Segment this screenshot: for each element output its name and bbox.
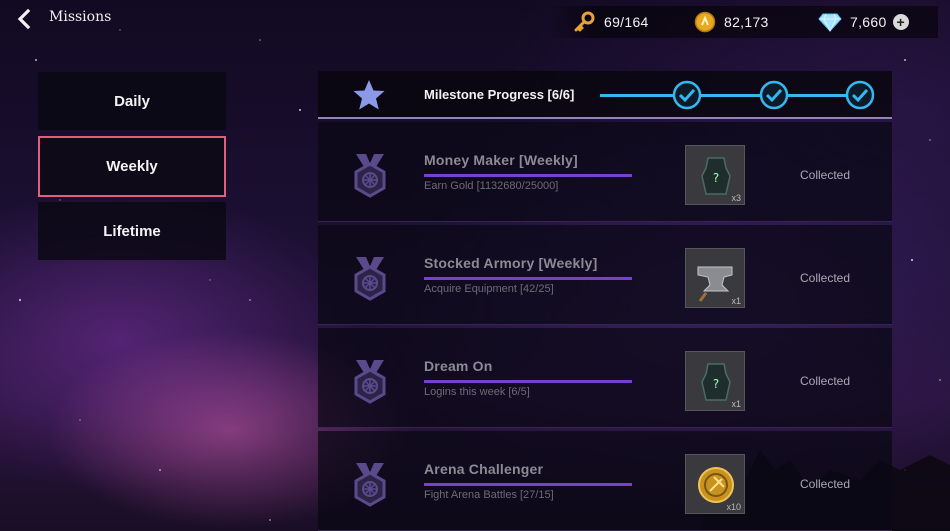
mission-progress-bar [424, 380, 632, 383]
mission-tabs: Daily Weekly Lifetime [38, 72, 226, 266]
reward-slot[interactable]: ? x3 [685, 145, 745, 205]
reward-quantity: x3 [731, 193, 741, 203]
svg-text:?: ? [713, 377, 719, 391]
mission-description: Earn Gold [1132680/25000] [424, 180, 559, 192]
svg-text:?: ? [713, 171, 719, 185]
mission-title: Money Maker [Weekly] [424, 152, 578, 168]
reward-slot[interactable]: ? x1 [685, 351, 745, 411]
key-icon [574, 11, 595, 32]
gems-value: 7,660 [850, 14, 887, 30]
mission-description: Fight Arena Battles [27/15] [424, 489, 554, 501]
add-gems-button[interactable]: + [892, 14, 909, 30]
reward-quantity: x1 [731, 399, 741, 409]
mission-title: Dream On [424, 358, 493, 374]
mission-row: Stocked Armory [Weekly] Acquire Equipmen… [318, 225, 892, 325]
page-title: Missions [49, 9, 112, 25]
medal-icon [354, 360, 386, 404]
mission-description: Logins this week [6/5] [424, 386, 530, 398]
milestone-check-icon[interactable] [672, 80, 702, 110]
mission-description: Acquire Equipment [42/25] [424, 283, 554, 295]
reward-quantity: x1 [731, 296, 741, 306]
mission-title: Stocked Armory [Weekly] [424, 255, 598, 271]
mission-row: Money Maker [Weekly] Earn Gold [1132680/… [318, 122, 892, 222]
reward-slot[interactable]: x1 [685, 248, 745, 308]
top-bar: Missions 69/164 82,173 7,660 + [0, 0, 950, 42]
medal-icon [354, 463, 386, 507]
mission-title: Arena Challenger [424, 461, 544, 477]
milestone-label: Milestone Progress [6/6] [424, 87, 575, 102]
milestone-check-icon[interactable] [845, 80, 875, 110]
mission-progress-bar [424, 277, 632, 280]
mission-progress-bar [424, 174, 632, 177]
reward-slot[interactable]: x10 [685, 454, 745, 514]
chevron-left-icon [17, 8, 31, 30]
medal-icon [354, 257, 386, 301]
keys-counter: 69/164 [572, 6, 649, 38]
keys-value: 69/164 [604, 14, 649, 30]
tab-daily[interactable]: Daily [38, 72, 226, 130]
missions-list: Money Maker [Weekly] Earn Gold [1132680/… [318, 122, 892, 531]
milestone-progress: Milestone Progress [6/6] [318, 71, 892, 119]
gold-coin-icon [694, 11, 716, 33]
star-icon [353, 80, 385, 110]
gold-counter: 82,173 [694, 6, 769, 38]
reward-quantity: x10 [726, 502, 741, 512]
medal-icon [354, 154, 386, 198]
tab-weekly[interactable]: Weekly [38, 136, 226, 197]
mission-row: Arena Challenger Fight Arena Battles [27… [318, 431, 892, 531]
back-button[interactable] [12, 6, 38, 32]
mission-row: Dream On Logins this week [6/5] ? x1 Col… [318, 328, 892, 428]
currency-bar: 69/164 82,173 7,660 + [548, 6, 938, 38]
mission-status: Collected [800, 374, 851, 388]
gems-counter: 7,660 + [818, 6, 909, 38]
mission-status: Collected [800, 271, 851, 285]
mission-status: Collected [800, 477, 851, 491]
mission-status: Collected [800, 168, 851, 182]
diamond-icon [818, 13, 842, 32]
milestone-check-icon[interactable] [759, 80, 789, 110]
mission-progress-bar [424, 483, 632, 486]
gold-value: 82,173 [724, 14, 769, 30]
tab-lifetime[interactable]: Lifetime [38, 202, 226, 260]
milestone-track [600, 94, 862, 97]
